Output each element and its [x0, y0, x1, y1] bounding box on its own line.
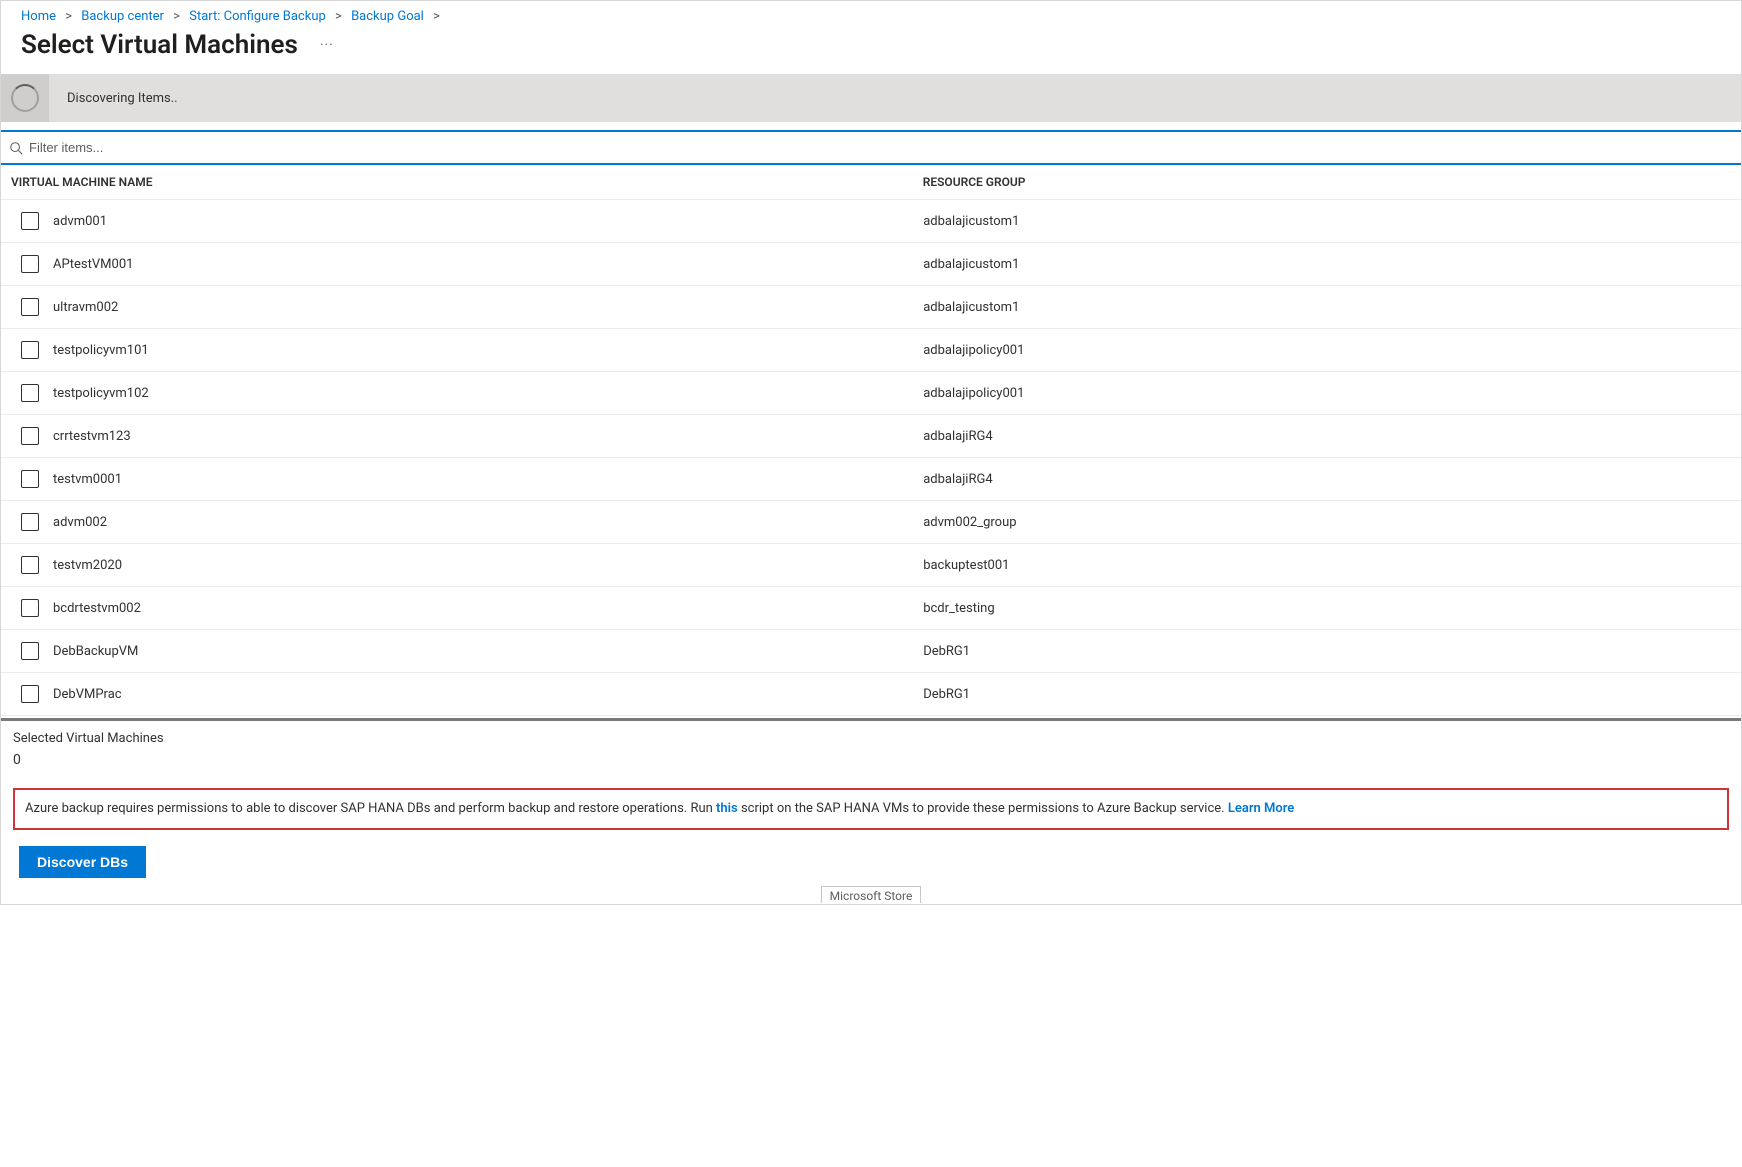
vm-cell-resource-group: DebRG1: [923, 644, 1741, 659]
vm-name-label: bcdrtestvm002: [53, 601, 141, 616]
action-bar: Discover DBs: [1, 840, 1741, 890]
vm-cell-name: advm002: [1, 513, 923, 531]
spinner-icon: [11, 84, 39, 112]
page-title: Select Virtual Machines: [21, 30, 298, 60]
vm-cell-resource-group: adbalajipolicy001: [923, 343, 1741, 358]
vm-cell-resource-group: adbalajipolicy001: [923, 386, 1741, 401]
vm-cell-resource-group: adbalajicustom1: [923, 257, 1741, 272]
breadcrumb-link-home[interactable]: Home: [21, 9, 56, 24]
table-row[interactable]: advm001 adbalajicustom1: [1, 200, 1741, 243]
breadcrumb: Home > Backup center > Start: Configure …: [1, 1, 1741, 28]
spinner-container: [1, 74, 49, 122]
vm-row-checkbox[interactable]: [21, 427, 39, 445]
vm-cell-resource-group: advm002_group: [923, 515, 1741, 530]
table-row[interactable]: ultravm002 adbalajicustom1: [1, 286, 1741, 329]
taskbar-hint-label: Microsoft Store: [821, 886, 922, 903]
table-row[interactable]: testvm2020 backuptest001: [1, 544, 1741, 587]
vm-table-body: advm001 adbalajicustom1 APtestVM001 adbalaj…: [1, 200, 1741, 716]
callout-text-pre: Azure backup requires permissions to abl…: [25, 801, 716, 816]
table-row[interactable]: bcdrtestvm002 bcdr_testing: [1, 587, 1741, 630]
vm-name-label: testpolicyvm102: [53, 386, 149, 401]
callout-text-mid: script on the SAP HANA VMs to provide th…: [738, 801, 1228, 816]
column-header-resource-group[interactable]: RESOURCE GROUP: [923, 175, 1733, 189]
permissions-callout: Azure backup requires permissions to abl…: [13, 788, 1729, 830]
taskbar-hint: Microsoft Store: [1, 886, 1741, 904]
filter-input[interactable]: [27, 136, 1733, 159]
filter-row: [1, 130, 1741, 165]
vm-cell-name: testpolicyvm102: [1, 384, 923, 402]
vm-name-label: DebBackupVM: [53, 644, 138, 659]
table-row[interactable]: testpolicyvm102 adbalajipolicy001: [1, 372, 1741, 415]
vm-row-checkbox[interactable]: [21, 642, 39, 660]
table-row[interactable]: advm002 advm002_group: [1, 501, 1741, 544]
vm-cell-resource-group: adbalajiRG4: [923, 472, 1741, 487]
vm-cell-name: APtestVM001: [1, 255, 923, 273]
vm-cell-name: testvm0001: [1, 470, 923, 488]
vm-row-checkbox[interactable]: [21, 384, 39, 402]
vm-name-label: testpolicyvm101: [53, 343, 149, 358]
callout-learn-more-link[interactable]: Learn More: [1228, 801, 1294, 816]
vm-cell-name: ultravm002: [1, 298, 923, 316]
vm-name-label: ultravm002: [53, 300, 118, 315]
table-row[interactable]: testvm0001 adbalajiRG4: [1, 458, 1741, 501]
vm-cell-resource-group: backuptest001: [923, 558, 1741, 573]
page-title-row: Select Virtual Machines ···: [1, 28, 1741, 74]
vm-cell-name: DebVMPrac: [1, 685, 923, 703]
chevron-right-icon: >: [335, 9, 342, 24]
table-header: VIRTUAL MACHINE NAME RESOURCE GROUP: [1, 165, 1741, 200]
vm-row-checkbox[interactable]: [21, 513, 39, 531]
table-row[interactable]: testpolicyvm101 adbalajipolicy001: [1, 329, 1741, 372]
vm-cell-resource-group: bcdr_testing: [923, 601, 1741, 616]
vm-row-checkbox[interactable]: [21, 599, 39, 617]
table-row[interactable]: APtestVM001 adbalajicustom1: [1, 243, 1741, 286]
vm-cell-resource-group: DebRG1: [923, 687, 1741, 702]
chevron-right-icon: >: [433, 9, 440, 24]
vm-name-label: testvm2020: [53, 558, 122, 573]
search-icon: [9, 141, 23, 155]
vm-cell-name: testpolicyvm101: [1, 341, 923, 359]
vm-cell-resource-group: adbalajiRG4: [923, 429, 1741, 444]
vm-cell-name: DebBackupVM: [1, 642, 923, 660]
vm-name-label: advm001: [53, 214, 107, 229]
table-row[interactable]: DebVMPrac DebRG1: [1, 673, 1741, 716]
chevron-right-icon: >: [65, 9, 72, 24]
vm-row-checkbox[interactable]: [21, 298, 39, 316]
vm-cell-name: bcdrtestvm002: [1, 599, 923, 617]
vm-row-checkbox[interactable]: [21, 212, 39, 230]
callout-script-link[interactable]: this: [716, 801, 738, 816]
vm-row-checkbox[interactable]: [21, 556, 39, 574]
status-bar: Discovering Items..: [1, 74, 1741, 122]
selected-vms-label: Selected Virtual Machines: [1, 721, 1741, 752]
vm-cell-resource-group: adbalajicustom1: [923, 300, 1741, 315]
vm-cell-name: crrtestvm123: [1, 427, 923, 445]
breadcrumb-link-backup-center[interactable]: Backup center: [81, 9, 164, 24]
table-row[interactable]: crrtestvm123 adbalajiRG4: [1, 415, 1741, 458]
breadcrumb-link-configure-backup[interactable]: Start: Configure Backup: [189, 9, 326, 24]
chevron-right-icon: >: [173, 9, 180, 24]
vm-name-label: advm002: [53, 515, 107, 530]
vm-cell-name: advm001: [1, 212, 923, 230]
more-actions-button[interactable]: ···: [320, 37, 334, 53]
vm-name-label: DebVMPrac: [53, 687, 122, 702]
discover-dbs-button[interactable]: Discover DBs: [19, 846, 146, 878]
vm-row-checkbox[interactable]: [21, 470, 39, 488]
vm-row-checkbox[interactable]: [21, 685, 39, 703]
vm-row-checkbox[interactable]: [21, 341, 39, 359]
column-header-vm-name[interactable]: VIRTUAL MACHINE NAME: [9, 175, 923, 189]
status-text: Discovering Items..: [67, 91, 178, 106]
vm-cell-name: testvm2020: [1, 556, 923, 574]
vm-row-checkbox[interactable]: [21, 255, 39, 273]
vm-name-label: testvm0001: [53, 472, 122, 487]
vm-name-label: crrtestvm123: [53, 429, 131, 444]
vm-cell-resource-group: adbalajicustom1: [923, 214, 1741, 229]
selected-vms-count: 0: [1, 752, 1741, 782]
vm-name-label: APtestVM001: [53, 257, 133, 272]
breadcrumb-link-backup-goal[interactable]: Backup Goal: [351, 9, 424, 24]
table-row[interactable]: DebBackupVM DebRG1: [1, 630, 1741, 673]
